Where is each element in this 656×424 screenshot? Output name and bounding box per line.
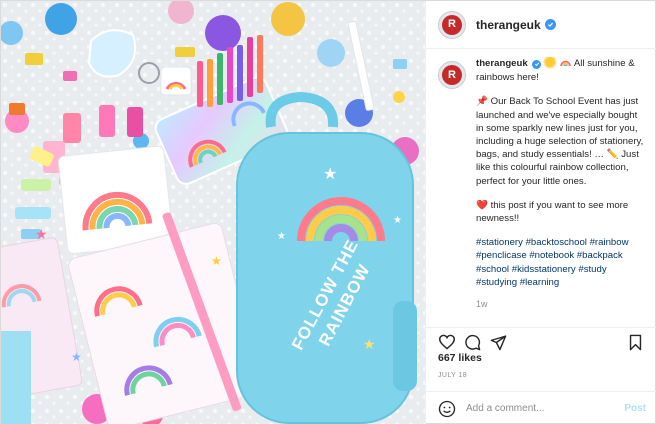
like-count[interactable]: 667 likes <box>438 352 482 364</box>
svg-text:★: ★ <box>211 254 222 268</box>
caption-paragraph-2: ❤️ this post if you want to see more new… <box>476 199 629 225</box>
hashtags[interactable]: #stationery #backtoschool #rainbow #penc… <box>476 236 646 289</box>
svg-text:★: ★ <box>277 231 286 242</box>
avatar-letter: R <box>448 68 456 81</box>
post-photo[interactable]: ★ ★ ★ ★ ★ ★ ★ ★ FOLLOW THE RAINBOW <box>1 1 425 424</box>
verified-badge-icon <box>544 19 556 30</box>
caption-body: therangeuk All sunshine & rainbows here!… <box>476 57 646 311</box>
caption-area: R therangeuk All sunshine & rainbows her… <box>426 57 656 319</box>
verified-badge-icon <box>532 59 542 69</box>
svg-text:★: ★ <box>393 215 402 226</box>
share-icon[interactable] <box>490 334 507 356</box>
svg-text:★: ★ <box>71 350 82 364</box>
post-date: JULY 18 <box>438 372 468 379</box>
post-comment-button[interactable]: Post <box>624 403 646 414</box>
caption-avatar[interactable]: R <box>438 61 466 89</box>
username-link[interactable]: therangeuk <box>476 18 541 32</box>
caption-paragraph-1: 📌 Our Back To School Event has just laun… <box>476 96 644 187</box>
emoji-icon[interactable] <box>438 400 456 418</box>
caption-username[interactable]: therangeuk <box>476 58 528 69</box>
post-age: 1w <box>476 299 488 310</box>
avatar-letter: R <box>448 18 456 30</box>
bookmark-icon[interactable] <box>628 334 643 356</box>
action-bar <box>426 327 656 355</box>
svg-text:★: ★ <box>363 337 376 353</box>
instagram-post: ★ ★ ★ ★ ★ ★ ★ ★ FOLLOW THE RAINBOW <box>0 0 656 424</box>
add-comment-bar: Add a comment... Post <box>426 391 656 424</box>
rainbow-emoji-icon <box>559 58 571 71</box>
sun-emoji-icon <box>545 57 556 67</box>
svg-text:★: ★ <box>35 227 48 243</box>
svg-text:★: ★ <box>323 164 337 183</box>
post-header: R therangeuk <box>426 1 656 49</box>
comment-input[interactable]: Add a comment... <box>466 403 624 414</box>
avatar[interactable]: R <box>438 10 466 39</box>
post-details-panel: R therangeuk R therangeuk All sunshine &… <box>425 1 656 424</box>
caption: R therangeuk All sunshine & rainbows her… <box>438 57 648 311</box>
